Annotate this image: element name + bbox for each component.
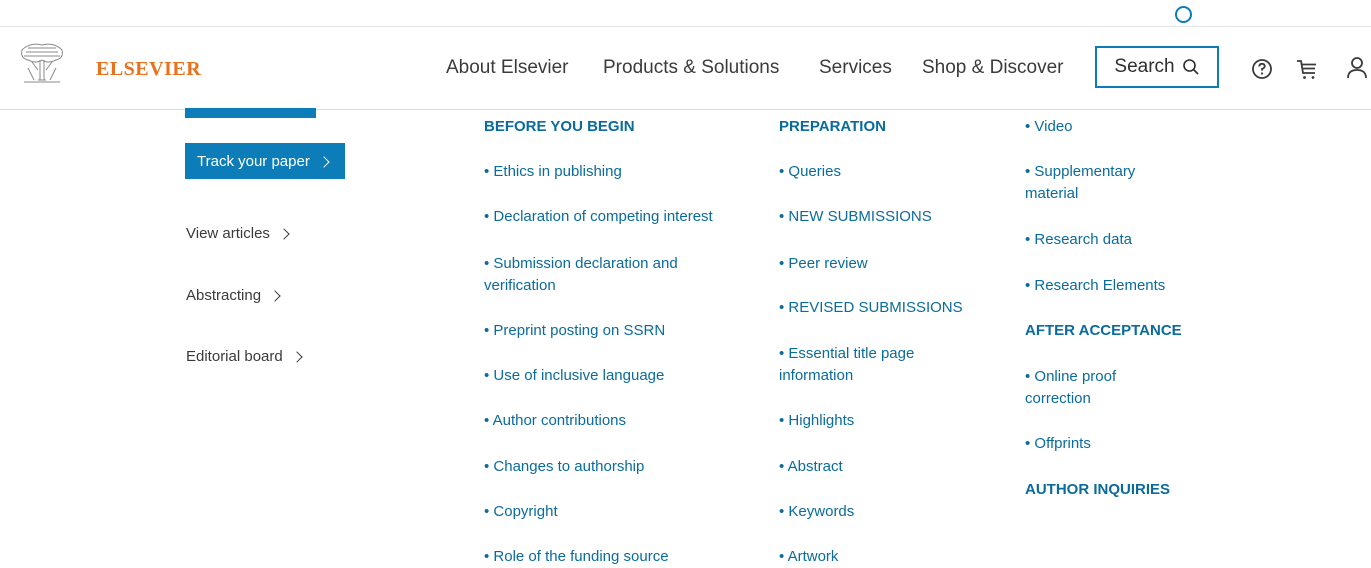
search-button[interactable]: Search <box>1095 46 1219 88</box>
abstracting-link[interactable]: Abstracting <box>186 287 281 304</box>
guide-link-ethics[interactable]: • Ethics in publishing <box>484 161 744 183</box>
track-your-paper-button[interactable]: Track your paper <box>185 143 345 179</box>
view-articles-link[interactable]: View articles <box>186 225 290 242</box>
guide-link-supplementary-material[interactable]: • Supplementary material <box>1025 161 1165 205</box>
guide-link-abstract[interactable]: • Abstract <box>779 456 979 478</box>
brand-wordmark[interactable]: ELSEVIER <box>96 58 201 81</box>
view-articles-label: View articles <box>186 225 270 242</box>
guide-link-online-proof-correction[interactable]: • Online proof correction <box>1025 366 1155 410</box>
guide-link-artwork[interactable]: • Artwork <box>779 546 979 568</box>
guide-link-copyright[interactable]: • Copyright <box>484 501 744 523</box>
guide-link-submission-declaration[interactable]: • Submission declaration and verificatio… <box>474 253 714 297</box>
editorial-board-label: Editorial board <box>186 348 283 365</box>
submit-button-partial[interactable] <box>185 108 316 118</box>
guide-link-new-submissions[interactable]: • NEW SUBMISSIONS <box>779 206 979 228</box>
guide-link-keywords[interactable]: • Keywords <box>779 501 979 523</box>
guide-link-funding-source[interactable]: • Role of the funding source <box>484 546 744 568</box>
cart-icon[interactable] <box>1295 57 1319 81</box>
guide-link-competing-interest[interactable]: • Declaration of competing interest <box>484 206 744 228</box>
guide-link-offprints[interactable]: • Offprints <box>1025 433 1185 455</box>
nav-about-elsevier[interactable]: About Elsevier <box>446 57 569 79</box>
chevron-right-icon <box>269 290 281 302</box>
search-button-label: Search <box>1114 56 1175 77</box>
guide-link-highlights[interactable]: • Highlights <box>779 410 979 432</box>
abstracting-label: Abstracting <box>186 287 262 304</box>
guide-link-revised-submissions[interactable]: • REVISED SUBMISSIONS <box>779 297 979 319</box>
help-icon[interactable] <box>1251 58 1273 80</box>
loading-spinner-icon <box>1175 6 1192 23</box>
editorial-board-link[interactable]: Editorial board <box>186 348 303 365</box>
site-header: ELSEVIER About Elsevier Products & Solut… <box>0 27 1371 110</box>
track-your-paper-label: Track your paper <box>197 152 310 170</box>
search-icon <box>1182 59 1199 75</box>
guide-link-peer-review[interactable]: • Peer review <box>779 253 979 275</box>
nav-products-solutions[interactable]: Products & Solutions <box>603 57 779 79</box>
chevron-right-icon <box>318 155 330 168</box>
section-heading-preparation[interactable]: PREPARATION <box>779 116 886 138</box>
guide-link-preprint[interactable]: • Preprint posting on SSRN <box>484 320 744 342</box>
chevron-right-icon <box>291 351 303 363</box>
account-icon[interactable] <box>1346 56 1368 80</box>
nav-services[interactable]: Services <box>819 57 892 79</box>
guide-link-inclusive-language[interactable]: • Use of inclusive language <box>484 365 744 387</box>
chevron-right-icon <box>278 228 290 240</box>
section-heading-author-inquiries[interactable]: AUTHOR INQUIRIES <box>1025 479 1170 501</box>
guide-link-research-elements[interactable]: • Research Elements <box>1025 275 1185 297</box>
top-strip <box>0 0 1371 27</box>
guide-link-research-data[interactable]: • Research data <box>1025 229 1185 251</box>
guide-link-queries[interactable]: • Queries <box>779 161 979 183</box>
nav-shop-discover[interactable]: Shop & Discover <box>922 57 1064 79</box>
section-heading-before-you-begin[interactable]: BEFORE YOU BEGIN <box>484 116 635 138</box>
guide-link-video[interactable]: • Video <box>1025 116 1185 138</box>
elsevier-tree-logo-icon[interactable] <box>18 40 66 86</box>
guide-link-changes-authorship[interactable]: • Changes to authorship <box>484 456 744 478</box>
section-heading-after-acceptance[interactable]: AFTER ACCEPTANCE <box>1025 320 1182 342</box>
guide-link-title-page[interactable]: • Essential title page information <box>779 343 939 387</box>
guide-link-author-contributions[interactable]: • Author contributions <box>484 410 744 432</box>
